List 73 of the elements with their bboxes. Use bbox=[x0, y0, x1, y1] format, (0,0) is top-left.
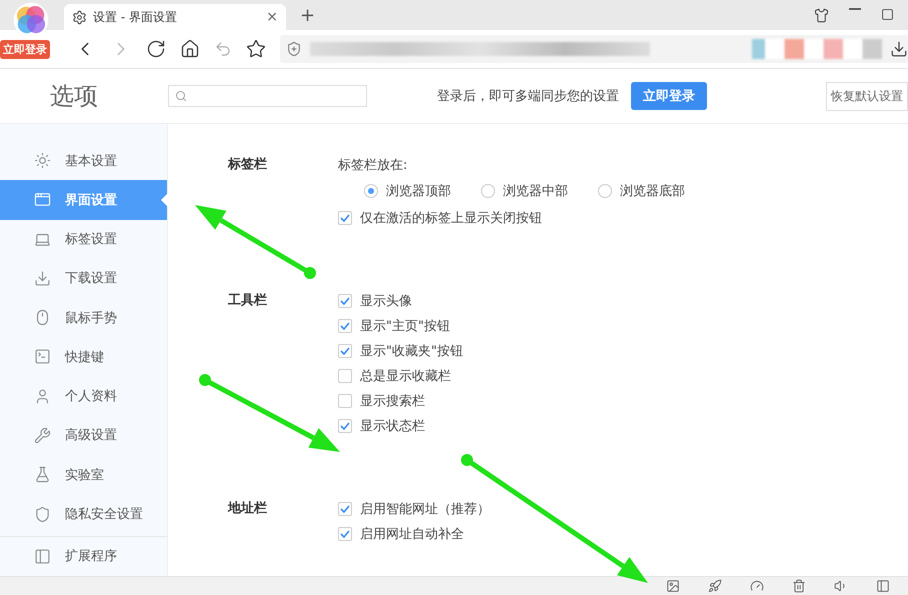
menu-icon bbox=[34, 270, 51, 287]
home-icon bbox=[180, 39, 200, 59]
sidebar-item[interactable]: 隐私安全设置 bbox=[0, 494, 167, 534]
checkbox[interactable] bbox=[338, 368, 352, 382]
menu-icon bbox=[34, 191, 51, 208]
menu-icon bbox=[34, 152, 51, 170]
checkbox[interactable] bbox=[338, 318, 352, 332]
section-title: 标签栏 bbox=[228, 156, 268, 174]
rocket-icon bbox=[708, 579, 722, 593]
checkbox[interactable] bbox=[338, 294, 352, 308]
menu-icon bbox=[34, 309, 51, 326]
section-title: 工具栏 bbox=[228, 292, 268, 310]
menu-icon bbox=[34, 388, 51, 405]
sidebar-item[interactable]: 标签设置 bbox=[0, 220, 167, 259]
tab-title: 设置 - 界面设置 bbox=[93, 8, 178, 26]
checkbox[interactable] bbox=[338, 394, 352, 408]
restore-defaults-button[interactable]: 恢复默认设置 bbox=[826, 82, 908, 110]
menu-icon bbox=[34, 548, 51, 565]
sidebar-item[interactable]: 基本设置 bbox=[0, 141, 167, 180]
checkbox-label: 启用智能网址（推荐） bbox=[360, 500, 490, 518]
menu-icon bbox=[34, 466, 51, 484]
settings-icon bbox=[72, 10, 87, 24]
shirt-icon bbox=[814, 8, 829, 22]
close-tab-button[interactable]: × bbox=[266, 9, 278, 25]
shield-icon bbox=[286, 41, 302, 57]
maximize-icon bbox=[881, 8, 894, 20]
search-icon bbox=[175, 90, 187, 102]
radio-button[interactable] bbox=[364, 184, 378, 198]
checkbox[interactable] bbox=[338, 502, 352, 516]
checkbox-label: 显示头像 bbox=[360, 292, 412, 310]
checkbox-label: 显示搜索栏 bbox=[360, 392, 425, 410]
reload-icon bbox=[146, 39, 166, 59]
radio-option[interactable]: 浏览器中部 bbox=[481, 182, 568, 200]
sidebar-item[interactable]: 高级设置 bbox=[0, 416, 167, 456]
trash-icon bbox=[792, 579, 806, 593]
new-tab-button[interactable]: + bbox=[296, 5, 320, 30]
checkbox-label: 显示"主页"按钮 bbox=[360, 318, 450, 334]
checkbox-label: 显示"收藏夹"按钮 bbox=[360, 342, 463, 360]
browser-tab[interactable]: 设置 - 界面设置 × bbox=[64, 4, 286, 30]
checkbox[interactable] bbox=[338, 526, 352, 540]
panel-icon bbox=[876, 579, 890, 593]
star-icon bbox=[246, 39, 266, 59]
image-icon bbox=[666, 579, 680, 593]
address-bar[interactable] bbox=[280, 35, 908, 63]
sidebar-item[interactable]: 鼠标手势 bbox=[0, 298, 167, 338]
radio-button[interactable] bbox=[481, 184, 495, 198]
checkbox[interactable] bbox=[338, 344, 352, 358]
sidebar-item[interactable]: 下载设置 bbox=[0, 258, 167, 298]
checkbox[interactable] bbox=[338, 210, 352, 224]
menu-icon bbox=[34, 348, 51, 366]
sidebar-item[interactable]: 个人资料 bbox=[0, 376, 167, 416]
undo-icon bbox=[214, 40, 232, 58]
menu-icon bbox=[34, 506, 51, 523]
radio-option[interactable]: 浏览器顶部 bbox=[364, 182, 451, 200]
gauge-icon bbox=[750, 579, 764, 593]
sidebar-item[interactable]: 快捷键 bbox=[0, 337, 167, 377]
menu-icon bbox=[34, 426, 51, 444]
checkbox[interactable] bbox=[338, 418, 352, 432]
radio-option[interactable]: 浏览器底部 bbox=[598, 182, 685, 200]
checkbox-label: 显示状态栏 bbox=[360, 418, 425, 434]
search-field[interactable] bbox=[168, 85, 367, 107]
section-title: 地址栏 bbox=[228, 500, 268, 518]
option-caption: 标签栏放在: bbox=[338, 156, 408, 174]
download-icon bbox=[890, 40, 908, 58]
sidebar-item[interactable]: 实验室 bbox=[0, 455, 167, 494]
checkbox-label: 仅在激活的标签上显示关闭按钮 bbox=[360, 210, 542, 226]
login-badge[interactable]: 立即登录 bbox=[0, 40, 50, 59]
radio-button[interactable] bbox=[598, 184, 612, 198]
checkbox-label: 启用网址自动补全 bbox=[360, 526, 464, 542]
checkbox-label: 总是显示收藏栏 bbox=[360, 368, 451, 384]
login-prompt: 登录后，即可多端同步您的设置 bbox=[437, 88, 619, 105]
page-title: 选项 bbox=[49, 81, 99, 112]
minimize-icon[interactable] bbox=[849, 8, 861, 10]
